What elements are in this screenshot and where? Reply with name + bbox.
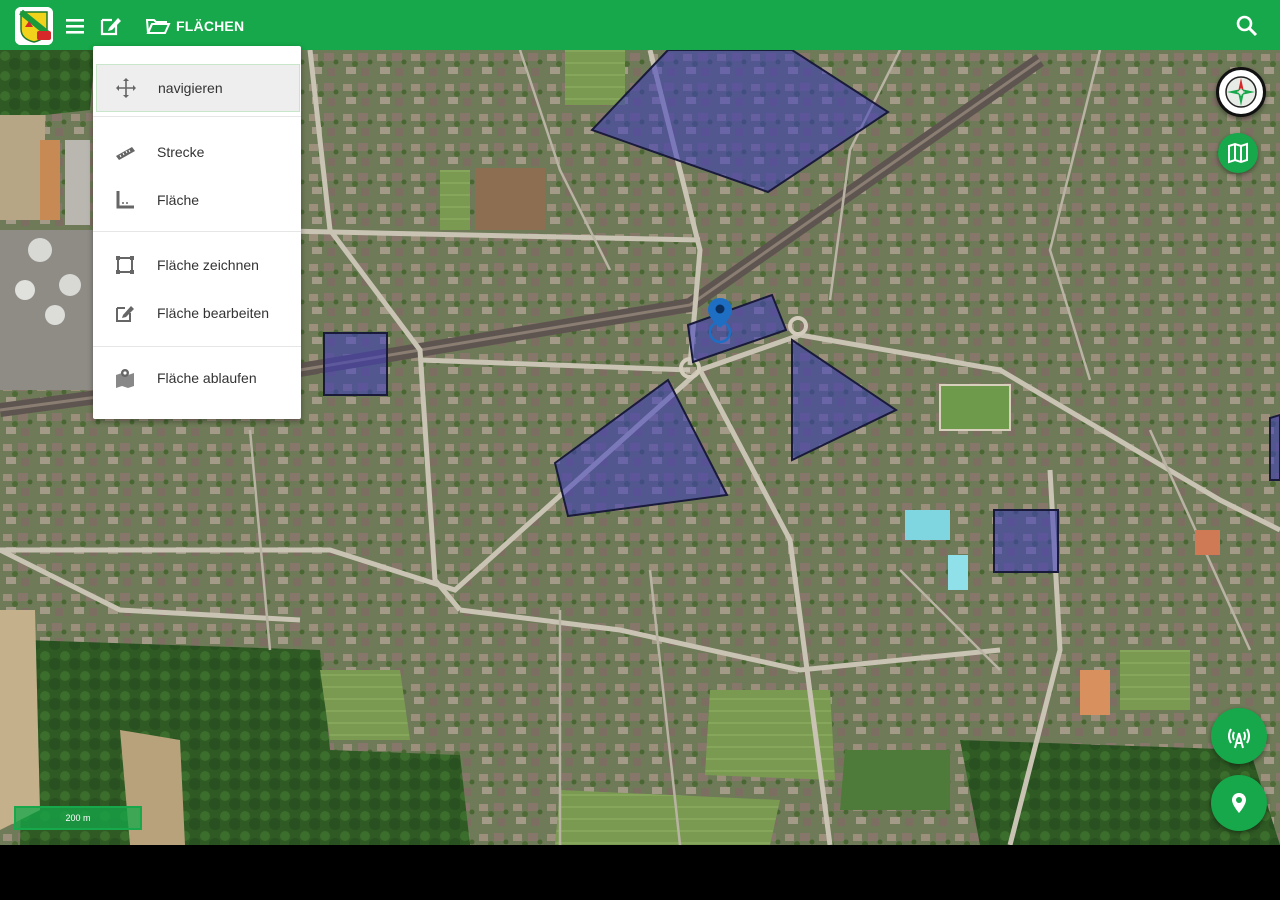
ruler-icon — [114, 141, 136, 163]
menu-item-label: Fläche zeichnen — [157, 257, 259, 273]
area-polygon — [1269, 413, 1280, 481]
walk-area-icon — [114, 367, 136, 389]
move-arrows-icon — [115, 77, 137, 99]
menu-item-label: Strecke — [157, 144, 205, 160]
menu-item-navigieren[interactable]: navigieren — [96, 64, 300, 112]
menu-divider — [93, 231, 301, 232]
menu-item-label: navigieren — [158, 80, 223, 96]
area-polygon — [993, 509, 1059, 573]
top-app-bar: FLÄCHEN — [0, 0, 1280, 50]
folder-open-icon[interactable] — [144, 13, 172, 39]
mode-menu: navigieren Strecke Fläche Fläche zeichne… — [93, 46, 301, 419]
menu-item-flaeche[interactable]: Fläche — [93, 177, 301, 223]
locate-me-icon[interactable] — [1211, 775, 1267, 831]
map-layers-icon[interactable] — [1218, 133, 1258, 173]
search-icon[interactable] — [1234, 13, 1260, 39]
scale-bar: 200 m — [14, 806, 142, 830]
menu-item-strecke[interactable]: Strecke — [93, 129, 301, 175]
menu-divider — [93, 346, 301, 347]
compass-icon[interactable] — [1216, 67, 1266, 117]
menu-item-label: Fläche bearbeiten — [157, 305, 270, 321]
edit-area-icon — [114, 302, 136, 324]
menu-divider — [93, 116, 301, 117]
municipality-logo-icon[interactable] — [15, 7, 53, 45]
menu-item-flaeche-bearbeiten[interactable]: Fläche bearbeiten — [93, 290, 301, 336]
menu-item-label: Fläche ablaufen — [157, 370, 257, 386]
section-title[interactable]: FLÄCHEN — [176, 18, 244, 34]
menu-item-flaeche-ablaufen[interactable]: Fläche ablaufen — [93, 355, 301, 401]
edit-icon[interactable] — [98, 13, 124, 39]
bottom-bar — [0, 845, 1280, 900]
menu-item-label: Fläche — [157, 192, 200, 208]
hamburger-menu-icon[interactable] — [63, 13, 89, 39]
area-polygon — [323, 332, 388, 396]
gps-tracking-icon[interactable] — [1211, 708, 1267, 764]
menu-item-flaeche-zeichnen[interactable]: Fläche zeichnen — [93, 242, 301, 288]
area-corner-icon — [114, 189, 136, 211]
draw-area-icon — [114, 254, 136, 276]
